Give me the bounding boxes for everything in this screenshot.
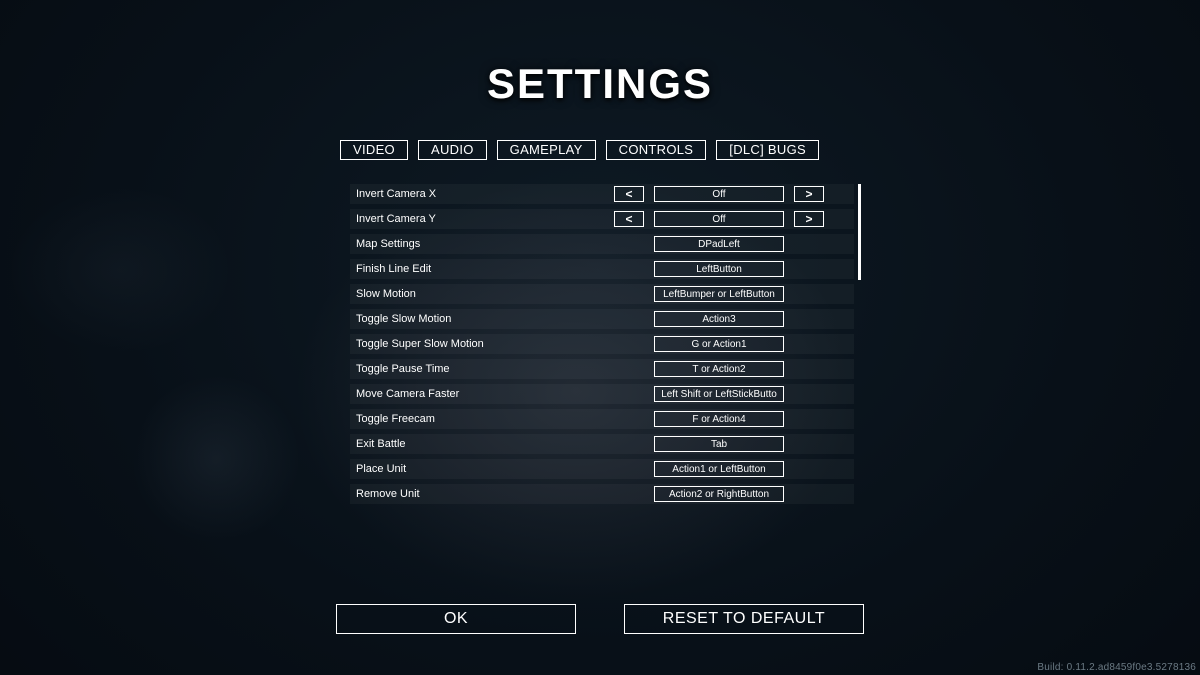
row-invert-camera-y: Invert Camera Y < Off > xyxy=(350,209,854,229)
next-option-button[interactable]: > xyxy=(794,211,824,227)
tab-controls[interactable]: CONTROLS xyxy=(606,140,707,160)
keybind-value[interactable]: DPadLeft xyxy=(654,236,784,252)
row-move-camera-faster: Move Camera Faster Left Shift or LeftSti… xyxy=(350,384,854,404)
row-toggle-pause-time: Toggle Pause Time T or Action2 xyxy=(350,359,854,379)
row-toggle-slow-motion: Toggle Slow Motion Action3 xyxy=(350,309,854,329)
option-value[interactable]: Off xyxy=(654,211,784,227)
row-exit-battle: Exit Battle Tab xyxy=(350,434,854,454)
option-value[interactable]: Off xyxy=(654,186,784,202)
row-invert-camera-x: Invert Camera X < Off > xyxy=(350,184,854,204)
footer-buttons: OK RESET TO DEFAULT xyxy=(0,604,1200,634)
row-label: Invert Camera Y xyxy=(356,213,614,225)
row-finish-line-edit: Finish Line Edit LeftButton xyxy=(350,259,854,279)
row-label: Slow Motion xyxy=(356,288,614,300)
reset-to-default-button[interactable]: RESET TO DEFAULT xyxy=(624,604,864,634)
keybind-value[interactable]: Action2 or RightButton xyxy=(654,486,784,502)
row-label: Toggle Freecam xyxy=(356,413,614,425)
row-label: Finish Line Edit xyxy=(356,263,614,275)
row-label: Map Settings xyxy=(356,238,614,250)
tabs: VIDEO AUDIO GAMEPLAY CONTROLS [DLC] BUGS xyxy=(340,140,819,160)
row-map-settings: Map Settings DPadLeft xyxy=(350,234,854,254)
keybind-value[interactable]: Action3 xyxy=(654,311,784,327)
keybind-value[interactable]: F or Action4 xyxy=(654,411,784,427)
keybind-value[interactable]: Tab xyxy=(654,436,784,452)
row-label: Exit Battle xyxy=(356,438,614,450)
scrollbar-thumb[interactable] xyxy=(858,184,861,280)
row-label: Toggle Slow Motion xyxy=(356,313,614,325)
tab-video[interactable]: VIDEO xyxy=(340,140,408,160)
prev-option-button[interactable]: < xyxy=(614,211,644,227)
row-toggle-super-slow-motion: Toggle Super Slow Motion G or Action1 xyxy=(350,334,854,354)
build-version: Build: 0.11.2.ad8459f0e3.5278136 xyxy=(1037,662,1196,673)
keybind-value[interactable]: T or Action2 xyxy=(654,361,784,377)
settings-list: Invert Camera X < Off > Invert Camera Y … xyxy=(350,184,854,504)
page-title: SETTINGS xyxy=(0,60,1200,108)
scrollbar[interactable] xyxy=(858,184,861,500)
row-remove-unit: Remove Unit Action2 or RightButton xyxy=(350,484,854,504)
prev-option-button[interactable]: < xyxy=(614,186,644,202)
keybind-value[interactable]: LeftBumper or LeftButton xyxy=(654,286,784,302)
tab-gameplay[interactable]: GAMEPLAY xyxy=(497,140,596,160)
row-slow-motion: Slow Motion LeftBumper or LeftButton xyxy=(350,284,854,304)
row-label: Move Camera Faster xyxy=(356,388,614,400)
row-place-unit: Place Unit Action1 or LeftButton xyxy=(350,459,854,479)
row-toggle-freecam: Toggle Freecam F or Action4 xyxy=(350,409,854,429)
keybind-value[interactable]: G or Action1 xyxy=(654,336,784,352)
row-label: Toggle Super Slow Motion xyxy=(356,338,614,350)
settings-page: { "title": "SETTINGS", "tabs": [ { "labe… xyxy=(0,0,1200,675)
tab-dlc-bugs[interactable]: [DLC] BUGS xyxy=(716,140,819,160)
tab-audio[interactable]: AUDIO xyxy=(418,140,487,160)
ok-button[interactable]: OK xyxy=(336,604,576,634)
keybind-value[interactable]: Action1 or LeftButton xyxy=(654,461,784,477)
next-option-button[interactable]: > xyxy=(794,186,824,202)
keybind-value[interactable]: LeftButton xyxy=(654,261,784,277)
row-label: Remove Unit xyxy=(356,488,614,500)
row-label: Invert Camera X xyxy=(356,188,614,200)
keybind-value[interactable]: Left Shift or LeftStickButto xyxy=(654,386,784,402)
row-label: Toggle Pause Time xyxy=(356,363,614,375)
row-label: Place Unit xyxy=(356,463,614,475)
settings-list-viewport: Invert Camera X < Off > Invert Camera Y … xyxy=(350,184,854,506)
